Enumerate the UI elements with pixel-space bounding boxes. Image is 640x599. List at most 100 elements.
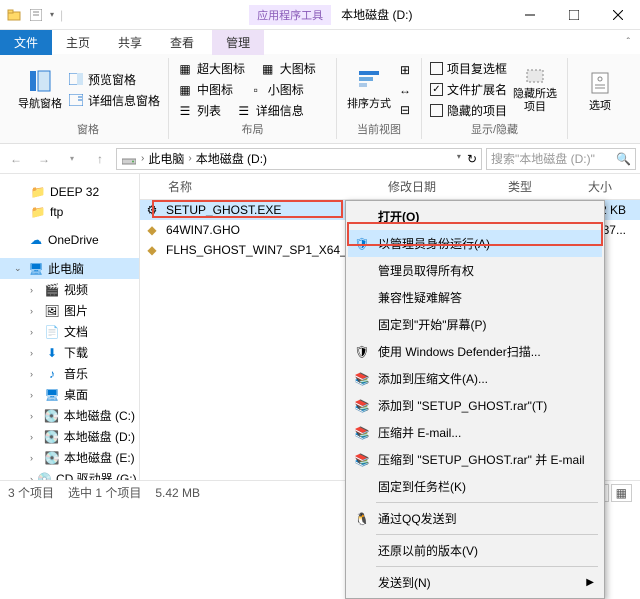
tree-item-pictures[interactable]: ›🖼图片: [0, 300, 139, 321]
desktop-icon: 🖥: [44, 387, 60, 403]
submenu-arrow-icon: ▶: [586, 577, 594, 588]
tree-item-music[interactable]: ›♪音乐: [0, 363, 139, 384]
computer-icon: 🖥: [28, 261, 44, 277]
cm-pin-task[interactable]: 固定到任务栏(K): [348, 473, 602, 500]
back-button[interactable]: ←: [4, 147, 28, 171]
nav-tree[interactable]: 📁DEEP 32 📁ftp ☁OneDrive ⌄🖥此电脑 ›🎬视频 ›🖼图片 …: [0, 174, 140, 480]
status-selected: 选中 1 个项目: [68, 484, 141, 501]
onedrive-icon: ☁: [28, 232, 44, 248]
cm-add-rar[interactable]: 📚添加到 "SETUP_GHOST.rar"(T): [348, 392, 602, 419]
layout-extra-large-button[interactable]: ▦超大图标 ▦大图标: [177, 58, 316, 79]
cm-restore[interactable]: 还原以前的版本(V): [348, 537, 602, 564]
rar-icon: 📚: [354, 371, 370, 387]
col-type[interactable]: 类型: [500, 178, 580, 195]
search-input[interactable]: 搜索"本地磁盘 (D:)" 🔍: [486, 148, 636, 170]
close-button[interactable]: [596, 0, 640, 30]
properties-icon[interactable]: [28, 7, 44, 23]
cm-add-zip[interactable]: 📚添加到压缩文件(A)...: [348, 365, 602, 392]
cb-hidden-items[interactable]: 隐藏的项目: [430, 100, 507, 121]
address-path[interactable]: › 此电脑 › 本地磁盘 (D:) ▾ ↻: [116, 148, 482, 170]
tree-item-drive-d[interactable]: ›💽本地磁盘 (D:): [0, 426, 139, 447]
search-icon: 🔍: [616, 152, 631, 166]
maximize-button[interactable]: [552, 0, 596, 30]
tab-manage[interactable]: 管理: [212, 30, 264, 55]
cm-pin-start[interactable]: 固定到"开始"屏幕(P): [348, 311, 602, 338]
context-menu: 打开(O) 🛡以管理员身份运行(A) 管理员取得所有权 兼容性疑难解答 固定到"…: [345, 200, 605, 599]
cm-defender[interactable]: 🛡使用 Windows Defender扫描...: [348, 338, 602, 365]
col-size[interactable]: 大小: [580, 178, 640, 195]
minimize-button[interactable]: [508, 0, 552, 30]
tree-item-drive-e[interactable]: ›💽本地磁盘 (E:): [0, 447, 139, 468]
refresh-icon[interactable]: ↻: [467, 152, 477, 166]
nav-pane-button[interactable]: 导航窗格: [16, 69, 64, 111]
ribbon-group-current-view: 排序方式 ⊞ ↔ ⊟ 当前视图: [337, 58, 422, 139]
layout-list-button[interactable]: ☰列表 ☰详细信息: [177, 100, 304, 121]
drive-icon: 💽: [44, 408, 60, 424]
tree-item-ftp[interactable]: 📁ftp: [0, 202, 139, 222]
titlebar: ▾ | 应用程序工具 本地磁盘 (D:): [0, 0, 640, 30]
tab-home[interactable]: 主页: [52, 30, 104, 55]
tree-item-thispc[interactable]: ⌄🖥此电脑: [0, 258, 139, 279]
tab-share[interactable]: 共享: [104, 30, 156, 55]
forward-button[interactable]: →: [32, 147, 56, 171]
cb-extensions[interactable]: ✓文件扩展名: [430, 79, 507, 100]
ribbon: 导航窗格 预览窗格 详细信息窗格 窗格 ▦超大图标 ▦大图标 ▦中图标 ▫小图标…: [0, 54, 640, 144]
tab-file[interactable]: 文件: [0, 30, 52, 55]
cm-send-to[interactable]: 发送到(N)▶: [348, 569, 602, 596]
qq-icon: 🐧: [354, 511, 370, 527]
tab-view[interactable]: 查看: [156, 30, 208, 55]
address-dropdown-icon[interactable]: ▾: [457, 152, 461, 166]
preview-pane-button[interactable]: 预览窗格: [68, 69, 160, 90]
cm-run-admin[interactable]: 🛡以管理员身份运行(A): [348, 230, 602, 257]
cm-take-owner[interactable]: 管理员取得所有权: [348, 257, 602, 284]
up-button[interactable]: ↑: [88, 147, 112, 171]
tree-item-documents[interactable]: ›📄文档: [0, 321, 139, 342]
tree-item-deep32[interactable]: 📁DEEP 32: [0, 182, 139, 202]
tree-item-drive-c[interactable]: ›💽本地磁盘 (C:): [0, 405, 139, 426]
tree-item-video[interactable]: ›🎬视频: [0, 279, 139, 300]
ribbon-group-layout: ▦超大图标 ▦大图标 ▦中图标 ▫小图标 ☰列表 ☰详细信息 布局: [169, 58, 337, 139]
options-button[interactable]: 选项: [576, 71, 624, 113]
group-button[interactable]: ⊟: [397, 100, 413, 120]
cm-zip-email[interactable]: 📚压缩并 E-mail...: [348, 419, 602, 446]
ribbon-group-panes: 导航窗格 预览窗格 详细信息窗格 窗格: [8, 58, 169, 139]
gho-icon: ◆: [144, 242, 160, 258]
view-icons-icon[interactable]: ▦: [611, 484, 632, 502]
cm-open[interactable]: 打开(O): [348, 203, 602, 230]
breadcrumb-drive[interactable]: 本地磁盘 (D:): [196, 150, 267, 167]
col-name[interactable]: 名称: [160, 178, 380, 195]
drive-icon: 💽: [44, 429, 60, 445]
layout-medium-button[interactable]: ▦中图标 ▫小图标: [177, 79, 304, 100]
music-icon: ♪: [44, 366, 60, 382]
ribbon-group-label: 当前视图: [345, 121, 413, 139]
folder-icon: 📁: [30, 204, 46, 220]
sort-button[interactable]: 排序方式: [345, 69, 393, 111]
cd-icon: 💿: [37, 471, 52, 481]
hide-selected-button[interactable]: 隐藏所选项目: [511, 66, 559, 112]
pictures-icon: 🖼: [44, 303, 60, 319]
column-headers: 名称 修改日期 类型 大小: [140, 174, 640, 200]
tree-item-downloads[interactable]: ›⬇下载: [0, 342, 139, 363]
details-pane-icon: [68, 92, 84, 108]
details-pane-button[interactable]: 详细信息窗格: [68, 90, 160, 111]
cb-item-checkboxes[interactable]: 项目复选框: [430, 58, 507, 79]
ribbon-group-options: 选项: [568, 58, 632, 139]
documents-icon: 📄: [44, 324, 60, 340]
tree-item-desktop[interactable]: ›🖥桌面: [0, 384, 139, 405]
size-columns-button[interactable]: ↔: [397, 80, 413, 100]
ribbon-group-label: 窗格: [16, 121, 160, 139]
breadcrumb-thispc[interactable]: 此电脑: [148, 150, 184, 167]
cm-qq-send[interactable]: 🐧通过QQ发送到: [348, 505, 602, 532]
status-count: 3 个项目: [8, 484, 54, 501]
col-date[interactable]: 修改日期: [380, 178, 500, 195]
ribbon-collapse-icon[interactable]: ˆ: [627, 37, 630, 48]
tree-item-cd[interactable]: ›💿CD 驱动器 (G:): [0, 468, 139, 480]
ribbon-tabs: 文件 主页 共享 查看 管理 ˆ: [0, 30, 640, 54]
qat-dropdown-icon[interactable]: ▾: [50, 10, 54, 19]
add-columns-button[interactable]: ⊞: [397, 60, 413, 80]
cm-zip-rar-email[interactable]: 📚压缩到 "SETUP_GHOST.rar" 并 E-mail: [348, 446, 602, 473]
cm-compat[interactable]: 兼容性疑难解答: [348, 284, 602, 311]
tree-item-onedrive[interactable]: ☁OneDrive: [0, 230, 139, 250]
drive-icon: 💽: [44, 450, 60, 466]
recent-dropdown[interactable]: ▾: [60, 147, 84, 171]
